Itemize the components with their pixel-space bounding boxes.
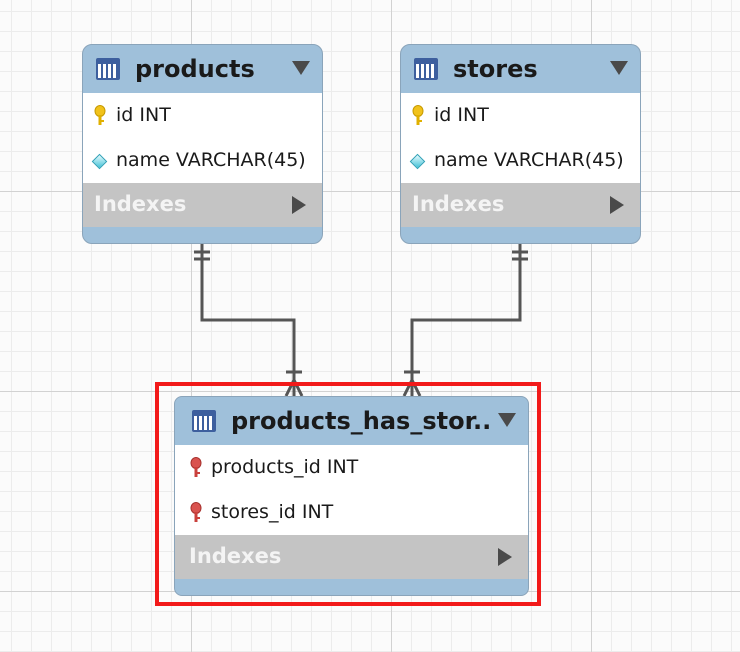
entity-stores[interactable]: stores id INT name VARCHAR(45) Indexes	[400, 44, 641, 244]
connector-line	[410, 244, 522, 396]
primary-key-icon	[412, 105, 424, 125]
indexes-section[interactable]: Indexes	[401, 183, 640, 227]
expand-arrow-icon[interactable]	[610, 196, 624, 214]
expand-arrow-icon[interactable]	[292, 196, 306, 214]
column-list: id INT name VARCHAR(45)	[401, 93, 640, 183]
column-label: id INT	[434, 104, 489, 126]
column-label: name VARCHAR(45)	[116, 149, 306, 171]
relationship-stores-to-products-has-stores[interactable]	[402, 244, 528, 397]
entity-footer	[83, 227, 322, 242]
column-row[interactable]: id INT	[83, 93, 322, 138]
relationship-products-to-products-has-stores[interactable]	[194, 244, 304, 397]
column-label: id INT	[116, 104, 171, 126]
indexes-section[interactable]: Indexes	[83, 183, 322, 227]
indexes-label: Indexes	[412, 192, 505, 216]
column-row[interactable]: name VARCHAR(45)	[83, 138, 322, 183]
attribute-diamond-icon	[91, 153, 108, 170]
entity-products[interactable]: products id INT name VARCHAR(45) Indexes	[82, 44, 323, 244]
entity-footer	[401, 227, 640, 242]
table-icon	[96, 58, 120, 80]
selection-highlight-box	[155, 382, 541, 606]
column-row[interactable]: name VARCHAR(45)	[401, 138, 640, 183]
entity-title: stores	[453, 55, 538, 83]
diagram-canvas[interactable]: products id INT name VARCHAR(45) Indexes	[0, 0, 740, 652]
entity-title: products	[135, 55, 255, 83]
connector-line	[200, 244, 296, 396]
primary-key-icon	[94, 105, 106, 125]
column-label: name VARCHAR(45)	[434, 149, 624, 171]
attribute-diamond-icon	[409, 153, 426, 170]
column-row[interactable]: id INT	[401, 93, 640, 138]
collapse-chevron-icon[interactable]	[610, 61, 628, 75]
indexes-label: Indexes	[94, 192, 187, 216]
entity-header[interactable]: products	[83, 45, 322, 93]
entity-header[interactable]: stores	[401, 45, 640, 93]
collapse-chevron-icon[interactable]	[292, 61, 310, 75]
column-list: id INT name VARCHAR(45)	[83, 93, 322, 183]
table-icon	[414, 58, 438, 80]
